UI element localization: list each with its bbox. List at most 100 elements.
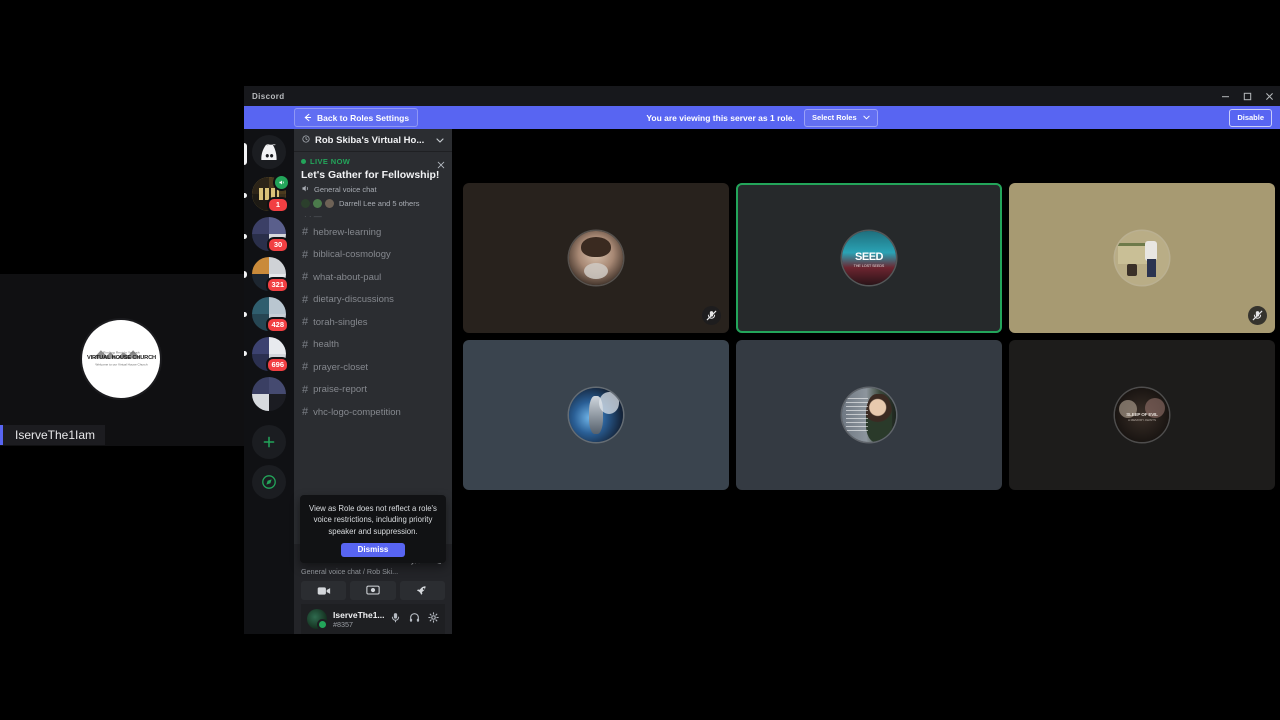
channel-partial-row: · · — [304,212,322,221]
add-server-button[interactable] [252,425,286,459]
channel-hebrew-learning[interactable]: # hebrew-learning [294,221,452,244]
tooltip-text: View as Role does not reflect a role's v… [309,504,437,536]
plus-icon [263,436,275,448]
overlay-logo-sub: Welcome to our Virtual House Church [94,362,148,366]
select-roles-button[interactable]: Select Roles [804,108,878,127]
compass-icon [262,475,276,489]
hash-icon: # [302,316,309,329]
participant-tile-6[interactable]: SLEEP OF EVIL A MEMORY AWAITS [1009,340,1275,490]
microphone-muted-icon [706,310,717,321]
back-to-roles-settings-button[interactable]: Back to Roles Settings [294,108,419,127]
live-event-title: Let's Gather for Fellowship! [301,169,440,181]
channel-label: biblical-cosmology [313,249,391,261]
clock-icon [302,134,310,146]
discord-home-button[interactable] [252,135,286,169]
unread-pip [244,271,247,278]
unread-pip [244,234,247,239]
live-dot-icon [301,159,306,164]
channel-sidebar: Rob Skiba's Virtual Ho... LIVE NOW Let's… [294,129,452,634]
camera-icon [317,586,330,595]
channel-biblical-cosmology[interactable]: # biblical-cosmology [294,244,452,267]
participant-tile-1[interactable] [463,183,729,333]
channel-health[interactable]: # health [294,334,452,357]
channel-dietary-discussions[interactable]: # dietary-discussions [294,289,452,312]
channel-praise-report[interactable]: # praise-report [294,379,452,402]
app-title: Discord [252,91,285,101]
video-call-stage: SEED THE LOST SEEDS SLEEP OF EVIL A MEMO… [452,129,1280,634]
chevron-down-icon[interactable] [436,135,444,146]
live-participants: Darrell Lee and 5 others [301,199,445,208]
voice-channel-location: General voice chat / Rob Ski... [301,567,399,576]
server-icon-5[interactable]: 696 [252,337,289,373]
hash-icon: # [302,338,309,351]
discord-window: Discord Back to Roles Settings You are v… [244,86,1280,634]
unread-badge: 428 [266,317,289,333]
discord-logo-icon [260,144,277,160]
muted-indicator [702,306,721,325]
channel-label: vhc-logo-competition [313,406,401,418]
avatar [842,388,896,442]
channel-what-about-paul[interactable]: # what-about-paul [294,266,452,289]
hash-icon: # [302,361,309,374]
channel-label: hebrew-learning [313,226,382,238]
channel-label: torah-singles [313,316,368,328]
channel-label: prayer-closet [313,361,369,373]
channel-torah-singles[interactable]: # torah-singles [294,311,452,334]
avatar: SEED THE LOST SEEDS [842,231,896,285]
close-icon[interactable] [437,156,445,174]
headphones-icon[interactable] [409,610,420,628]
user-panel[interactable]: IserveThe1... #8357 [301,604,445,634]
participant-tile-5[interactable] [736,340,1002,490]
avatar[interactable] [307,609,328,630]
muted-indicator [1248,306,1267,325]
explore-servers-button[interactable] [252,465,286,499]
server-icon-3[interactable]: 321 [252,257,289,293]
arrow-left-icon [304,113,312,122]
participant-tile-3[interactable] [1009,183,1275,333]
speaker-icon [279,180,284,185]
minimize-icon[interactable] [1214,86,1236,106]
overlay-avatar: Finding Rest In Yahuah VIRTUAL HOUSE CHU… [82,320,160,398]
participant-tile-2[interactable]: SEED THE LOST SEEDS [736,183,1002,333]
avatar [313,199,322,208]
hash-icon: # [302,271,309,284]
channel-vhc-logo-competition[interactable]: # vhc-logo-competition [294,401,452,424]
unread-pip [244,193,247,198]
maximize-icon[interactable] [1236,86,1258,106]
live-now-card[interactable]: LIVE NOW Let's Gather for Fellowship! Ge… [301,157,445,208]
unread-badge: 1 [267,197,289,213]
screenshare-button[interactable] [350,581,396,600]
activity-button[interactable] [399,581,445,600]
server-icon-1[interactable]: 1 [252,174,290,213]
video-button[interactable] [301,581,347,600]
close-icon[interactable] [1258,86,1280,106]
participant-grid: SEED THE LOST SEEDS SLEEP OF EVIL A MEMO… [463,183,1275,490]
overlay-logo-main: VIRTUAL HOUSE CHURCH [86,354,156,361]
channel-label: health [313,339,340,351]
server-icon-6[interactable] [252,377,286,411]
channel-list[interactable]: · · — # hebrew-learning # biblical-cosmo… [294,210,452,544]
disable-button[interactable]: Disable [1229,108,1272,127]
server-name: Rob Skiba's Virtual Ho... [315,134,425,146]
online-status-indicator [317,619,328,630]
user-display-name: IserveThe1... [333,609,384,620]
avatar [569,388,623,442]
gear-icon[interactable] [428,610,439,628]
user-tag: #8357 [333,619,353,629]
live-now-label: LIVE NOW [310,157,351,166]
window-titlebar[interactable]: Discord [244,86,1280,106]
server-icon-2[interactable]: 30 [252,217,289,253]
participant-tile-4[interactable] [463,340,729,490]
live-channel-name: General voice chat [314,185,377,194]
live-now-row: LIVE NOW [301,157,445,169]
rocket-icon [417,585,426,595]
server-icon-4[interactable]: 428 [252,297,289,333]
avatar [1115,231,1169,285]
server-header[interactable]: Rob Skiba's Virtual Ho... [294,129,452,151]
channel-prayer-closet[interactable]: # prayer-closet [294,356,452,379]
voice-action-buttons [301,581,445,600]
microphone-icon[interactable] [390,610,401,628]
user-panel-icons [390,610,439,628]
dismiss-button[interactable]: Dismiss [341,542,405,557]
hash-icon: # [302,406,309,419]
